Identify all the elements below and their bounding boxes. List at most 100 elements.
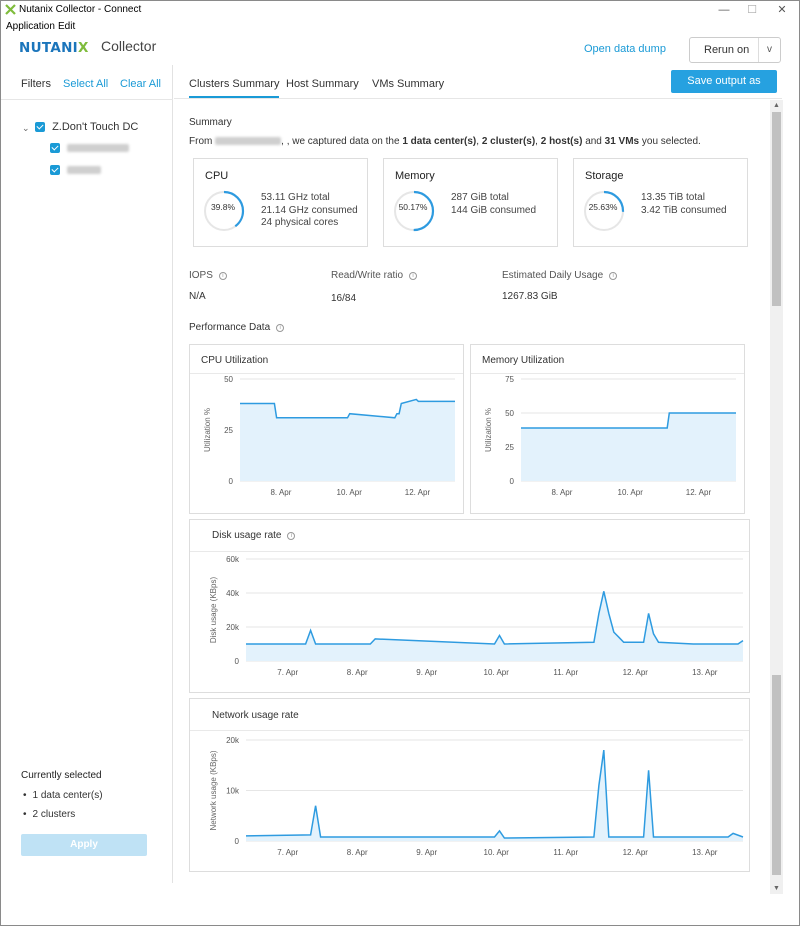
scroll-up-icon[interactable]: ▲: [773, 102, 780, 109]
tree-datacenter-label: Z.Don't Touch DC: [52, 121, 139, 133]
cpu-total: 53.11 GHz total: [261, 192, 330, 203]
chart-disk-series-line: [246, 591, 744, 645]
cpu-stats: 53.11 GHz total 21.14 GHz consumed 24 ph…: [261, 192, 358, 230]
chart-memory-ytick: 0: [510, 477, 515, 486]
menu-edit[interactable]: Edit: [58, 21, 75, 32]
chart-memory-ytick: 50: [505, 409, 514, 418]
clear-all-link[interactable]: Clear All: [120, 78, 161, 90]
chart-memory-area: [521, 413, 736, 481]
redacted-cluster-name: [67, 144, 130, 153]
maximize-icon[interactable]: ☐: [737, 1, 767, 19]
storage-total: 13.35 TiB total: [641, 192, 705, 203]
select-all-link[interactable]: Select All: [63, 78, 108, 90]
chart-memory-ylabel: Utilization %: [484, 408, 493, 452]
cpu-utilization-chart: 0 25 50 8. Apr 10. Apr 12. Apr Utilization %: [203, 375, 455, 497]
rw-ratio-label: Read/Write ratio i: [331, 270, 418, 281]
checkbox-checked-icon[interactable]: [35, 122, 45, 133]
memory-card: Memory 50.17% 287 GiB total 144 GiB cons…: [383, 158, 558, 247]
cpu-utilization-panel: CPU Utilization 0 25 50 8. Apr 10. Apr 12. Ap…: [189, 344, 464, 514]
currently-selected-title: Currently selected: [21, 770, 102, 781]
title-bar: Nutanix Collector - Connect — ☐ ✕: [1, 1, 799, 19]
scroll-down-icon[interactable]: ▼: [773, 885, 780, 892]
chart-cpu-xtick: 8. Apr: [270, 488, 291, 497]
chart-memory-xtick: 10. Apr: [618, 488, 644, 497]
chart-network-xtick: 9. Apr: [416, 848, 437, 857]
info-icon[interactable]: i: [218, 272, 227, 280]
chart-memory-xtick: 12. Apr: [686, 488, 712, 497]
disk-usage-chart: 0 20k 40k 60k 7. Apr 8. Apr 9. Apr 10. Apr 11. A…: [209, 555, 744, 677]
chart-cpu-xtick: 10. Apr: [337, 488, 363, 497]
daily-usage-value: 1267.83 GiB: [502, 291, 558, 302]
filters-label: Filters: [21, 78, 51, 90]
memory-utilization-chart: 0 25 50 75 8. Apr 10. Apr 12. Apr Utilization %: [484, 375, 736, 497]
apply-button[interactable]: Apply: [21, 834, 147, 856]
network-usage-chart: 0 10k 20k 7. Apr 8. Apr 9. Apr 10. Apr 11. Apr 1…: [209, 736, 744, 857]
close-icon[interactable]: ✕: [767, 1, 797, 19]
save-xlsx-button[interactable]: Save output as .XLSX: [671, 70, 777, 110]
scroll-thumb-lower[interactable]: [772, 675, 781, 875]
info-icon[interactable]: i: [409, 272, 418, 280]
minimize-icon[interactable]: —: [709, 1, 739, 19]
chart-disk-ytick: 60k: [226, 555, 240, 564]
chart-disk-xtick: 8. Apr: [347, 668, 368, 677]
chart-network-ytick: 0: [235, 837, 240, 846]
chart-disk-xtick: 7. Apr: [277, 668, 298, 677]
info-icon[interactable]: i: [276, 324, 285, 332]
storage-percent: 25.63%: [588, 202, 618, 212]
tree-cluster-2[interactable]: [50, 164, 102, 176]
daily-usage-label: Estimated Daily Usage i: [502, 270, 618, 281]
tabs-divider: [174, 98, 782, 99]
sidebar: Filters Select All Clear All ⌄ Z.Don't T…: [1, 65, 173, 883]
open-data-dump-link[interactable]: Open data dump: [584, 43, 666, 55]
chart-disk-xtick: 9. Apr: [416, 668, 437, 677]
rerun-label: Rerun on: [704, 44, 750, 56]
menu-bar: Application Edit: [1, 19, 799, 35]
cpu-cores: 24 physical cores: [261, 217, 339, 228]
chart-cpu-ylabel: Utilization %: [203, 408, 212, 452]
chart-cpu-xtick: 12. Apr: [405, 488, 431, 497]
memory-percent: 50.17%: [398, 202, 428, 212]
rerun-button[interactable]: Rerun on v: [689, 37, 781, 63]
rw-ratio-value: 16/84: [331, 293, 357, 304]
checkbox-checked-icon[interactable]: [50, 143, 60, 154]
chart-memory-ytick: 25: [505, 443, 514, 452]
chart-disk-ytick: 40k: [226, 589, 240, 598]
redacted-cluster-name: [67, 166, 102, 175]
brand-logo: NUTANIX: [19, 40, 89, 56]
chart-disk-ytick: 20k: [226, 623, 240, 632]
sidebar-divider: [1, 99, 173, 100]
chart-cpu-area: [240, 399, 455, 481]
storage-card: Storage 25.63% 13.35 TiB total 3.42 TiB …: [573, 158, 748, 247]
cpu-card: CPU 39.8% 53.11 GHz total 21.14 GHz cons…: [193, 158, 368, 247]
redacted-source: [215, 137, 282, 146]
info-icon[interactable]: i: [609, 272, 618, 280]
main-scrollbar[interactable]: ▲ ▼: [770, 100, 783, 894]
storage-consumed: 3.42 TiB consumed: [641, 204, 727, 216]
tree-datacenter[interactable]: Z.Don't Touch DC: [35, 121, 138, 133]
main-content: Summary From , , we captured data on the…: [174, 100, 770, 883]
chart-disk-area: [246, 591, 743, 661]
chart-network-xtick: 7. Apr: [277, 848, 298, 857]
tab-vms-summary[interactable]: VMs Summary: [372, 78, 444, 90]
chart-cpu-ytick: 25: [224, 426, 233, 435]
window-title: Nutanix Collector - Connect: [19, 4, 142, 15]
card-title: Storage: [585, 170, 624, 182]
memory-consumed: 144 GiB consumed: [451, 204, 537, 216]
tab-host-summary[interactable]: Host Summary: [286, 78, 359, 90]
currently-selected-item: 2 clusters: [23, 809, 76, 820]
memory-stats: 287 GiB total 144 GiB consumed: [451, 192, 536, 217]
chart-disk-ytick: 0: [235, 657, 240, 666]
iops-value: N/A: [189, 291, 206, 302]
menu-application[interactable]: Application: [6, 21, 55, 32]
filters-row: Filters Select All Clear All: [21, 78, 161, 90]
checkbox-checked-icon[interactable]: [50, 165, 60, 176]
summary-sentence: From , , we captured data on the 1 data …: [189, 136, 701, 147]
tree-cluster-1[interactable]: [50, 142, 130, 154]
brand: NUTANIX Collector: [19, 38, 156, 57]
chevron-down-icon[interactable]: ⌄: [22, 123, 30, 134]
scroll-thumb[interactable]: [772, 112, 781, 306]
chart-network-ytick: 20k: [226, 736, 240, 745]
tab-clusters-summary[interactable]: Clusters Summary: [189, 78, 280, 98]
chart-network-ytick: 10k: [226, 787, 240, 796]
chevron-down-icon[interactable]: v: [767, 44, 772, 55]
